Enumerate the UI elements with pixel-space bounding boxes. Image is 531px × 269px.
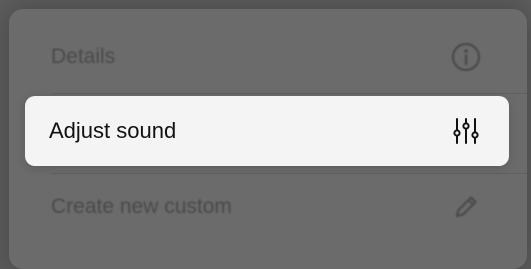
menu-item-details[interactable]: Details: [9, 26, 527, 88]
menu-divider: [51, 93, 527, 94]
menu-item-adjust-label: Adjust sound: [49, 118, 177, 143]
menu-divider: [51, 173, 527, 174]
menu-item-adjust-sound[interactable]: Adjust sound: [25, 96, 509, 166]
info-circle-icon: [449, 40, 483, 74]
pencil-icon: [449, 190, 483, 224]
sliders-icon: [451, 116, 481, 146]
menu-item-details-label: Details: [51, 45, 116, 68]
menu-item-create-new-custom[interactable]: Create new custom: [9, 176, 527, 238]
menu-item-create-label: Create new custom: [51, 195, 232, 218]
